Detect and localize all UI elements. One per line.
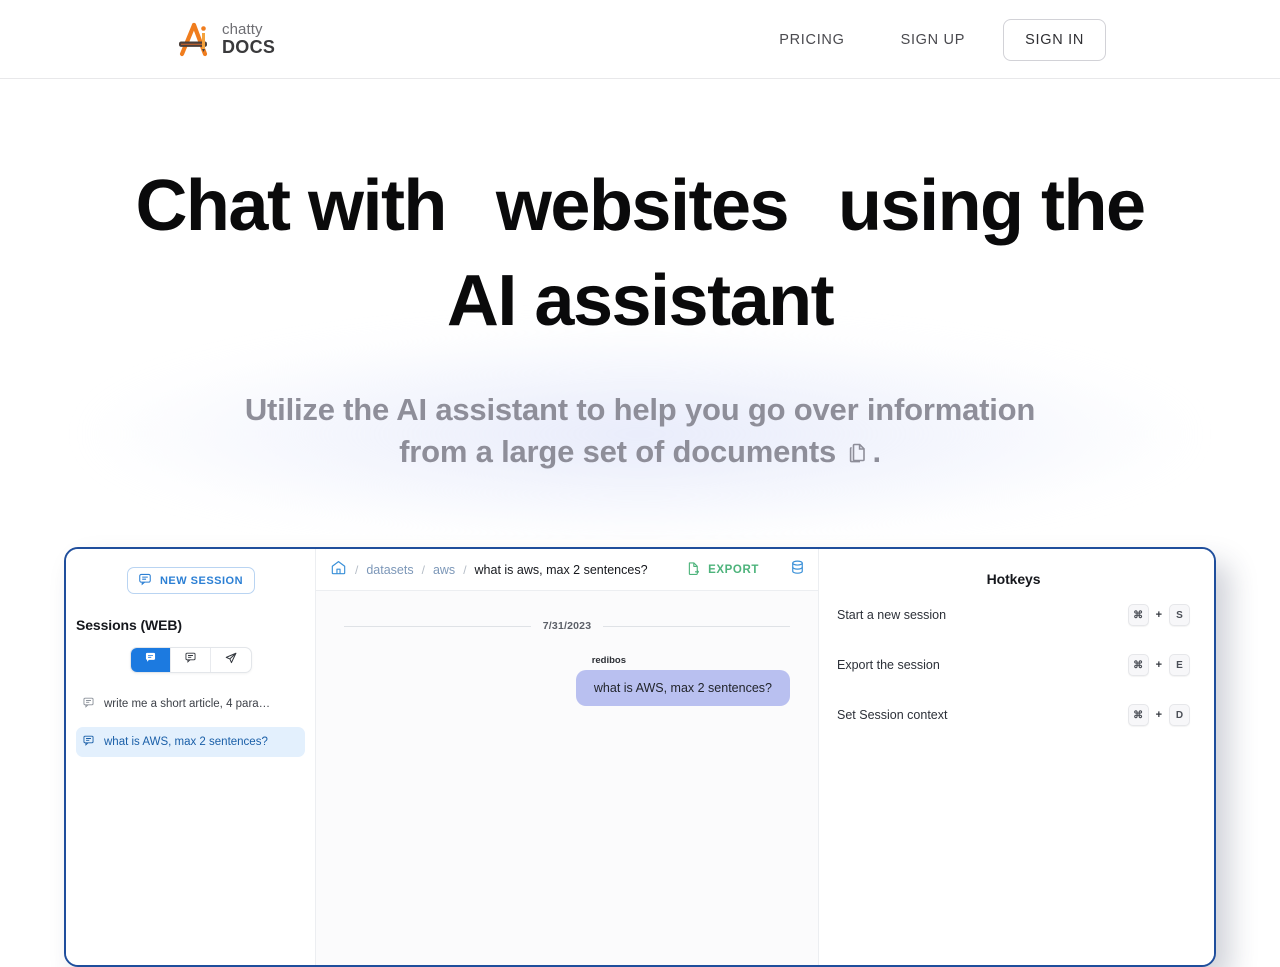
chatty-docs-logo-icon	[172, 16, 218, 62]
chat-filled-icon	[144, 651, 157, 669]
chat-message-sender: redibos	[592, 655, 626, 666]
database-icon[interactable]	[789, 559, 806, 581]
list-item-label: what is AWS, max 2 sentences?	[104, 736, 268, 748]
hero-subtitle: Utilize the AI assistant to help you go …	[0, 389, 1280, 476]
headline-part-1: Chat with	[135, 166, 445, 246]
chat-bubble-icon	[138, 572, 152, 589]
date-separator-line	[603, 626, 790, 627]
chat-outline-icon	[82, 696, 95, 712]
logo[interactable]: chatty DOCS	[172, 14, 275, 64]
hotkey-row: Export the session ⌘ + E	[837, 643, 1190, 687]
subtitle-period: .	[872, 434, 880, 469]
list-item-label: write me a short article, 4 para…	[104, 698, 270, 710]
sign-in-button[interactable]: SIGN IN	[1003, 19, 1106, 61]
session-type-segmented-control	[130, 647, 252, 673]
app-sidebar: NEW SESSION Sessions (WEB)	[66, 549, 316, 965]
headline-highlight-websites: websites	[452, 159, 832, 254]
paper-plane-icon	[224, 651, 238, 670]
file-export-icon	[686, 561, 701, 579]
date-separator-label: 7/31/2023	[543, 620, 592, 632]
breadcrumb-separator: /	[355, 563, 358, 577]
list-item[interactable]: write me a short article, 4 para…	[76, 689, 305, 719]
hotkeys-panel: Hotkeys Start a new session ⌘ + S Export…	[818, 549, 1214, 965]
headline-part-2: using the	[838, 166, 1145, 246]
breadcrumb-item-datasets[interactable]: datasets	[366, 563, 413, 577]
keycap-plus: +	[1156, 659, 1162, 671]
breadcrumb-item-current: what is aws, max 2 sentences?	[475, 563, 648, 577]
new-session-button[interactable]: NEW SESSION	[127, 567, 255, 594]
breadcrumb-separator: /	[463, 563, 466, 577]
keycap-key: E	[1169, 654, 1190, 676]
breadcrumb-item-aws[interactable]: aws	[433, 563, 455, 577]
main-navigation: PRICING SIGN UP SIGN IN	[765, 0, 1106, 79]
export-button[interactable]: EXPORT	[686, 561, 759, 579]
hotkey-row: Set Session context ⌘ + D	[837, 693, 1190, 737]
hotkey-label: Export the session	[837, 658, 1128, 672]
keycap-modifier: ⌘	[1128, 654, 1149, 676]
chat-message: redibos what is AWS, max 2 sentences?	[344, 655, 790, 706]
hotkey-row: Start a new session ⌘ + S	[837, 593, 1190, 637]
chat-transcript: 7/31/2023 redibos what is AWS, max 2 sen…	[316, 591, 818, 965]
hotkey-label: Start a new session	[837, 608, 1128, 622]
new-session-label: NEW SESSION	[160, 575, 243, 587]
keycap-modifier: ⌘	[1128, 604, 1149, 626]
hotkeys-title: Hotkeys	[837, 571, 1190, 587]
nav-pricing[interactable]: PRICING	[765, 22, 858, 58]
hero-section: Chat withwebsitesusing the AI assistant …	[0, 79, 1280, 539]
page-title: Chat withwebsitesusing the AI assistant	[0, 159, 1280, 349]
segment-chat-outline[interactable]	[171, 648, 211, 672]
chat-outline-icon	[82, 734, 95, 750]
headline-part-3: AI assistant	[447, 261, 833, 341]
logo-text-docs: DOCS	[222, 38, 275, 56]
chat-outline-icon	[184, 651, 197, 669]
export-label: EXPORT	[708, 564, 759, 576]
logo-text-chatty: chatty	[222, 22, 275, 37]
app-main-panel: / datasets / aws / what is aws, max 2 se…	[316, 549, 818, 965]
breadcrumb-separator: /	[422, 563, 425, 577]
subtitle-line-2: from a large set of documents	[399, 434, 836, 469]
site-header: chatty DOCS PRICING SIGN UP SIGN IN	[0, 0, 1280, 79]
keycap-plus: +	[1156, 609, 1162, 621]
hotkey-combo: ⌘ + D	[1128, 704, 1190, 726]
date-separator: 7/31/2023	[344, 620, 790, 632]
breadcrumb: / datasets / aws / what is aws, max 2 se…	[316, 549, 818, 591]
subtitle-line-1: Utilize the AI assistant to help you go …	[245, 392, 1035, 427]
keycap-plus: +	[1156, 709, 1162, 721]
sessions-heading: Sessions (WEB)	[76, 617, 305, 633]
home-icon[interactable]	[330, 559, 347, 581]
keycap-modifier: ⌘	[1128, 704, 1149, 726]
hotkey-combo: ⌘ + E	[1128, 654, 1190, 676]
segment-paper-plane[interactable]	[211, 648, 250, 672]
copy-documents-icon	[846, 434, 870, 476]
hotkey-combo: ⌘ + S	[1128, 604, 1190, 626]
keycap-key: S	[1169, 604, 1190, 626]
chat-message-bubble: what is AWS, max 2 sentences?	[576, 670, 790, 706]
segment-chat-filled[interactable]	[131, 648, 171, 672]
app-preview-screenshot: NEW SESSION Sessions (WEB)	[64, 547, 1216, 967]
date-separator-line	[344, 626, 531, 627]
keycap-key: D	[1169, 704, 1190, 726]
nav-signup[interactable]: SIGN UP	[887, 22, 980, 58]
list-item[interactable]: what is AWS, max 2 sentences?	[76, 727, 305, 757]
